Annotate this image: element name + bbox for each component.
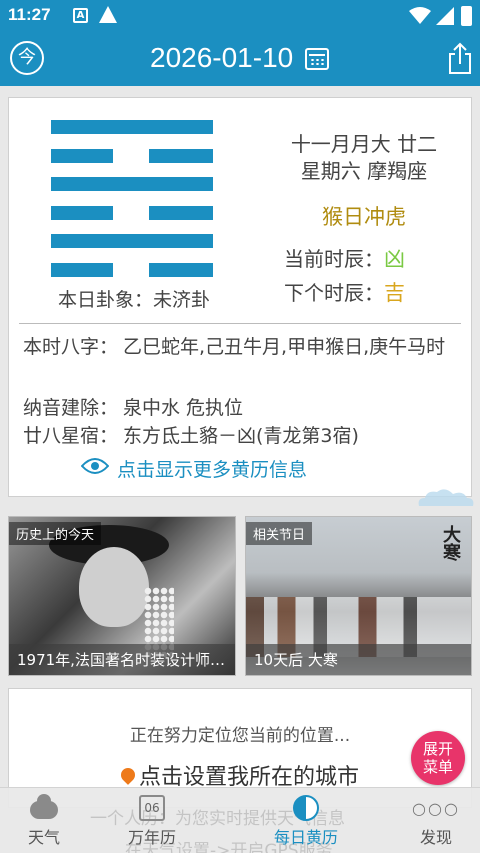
- lunar-month-day: 十一月月大 廿二: [290, 132, 438, 156]
- current-hour-label: 当前时辰：: [284, 247, 384, 271]
- bazi-row: 本时八字： 乙巳蛇年,己丑牛月,甲申猴日,庚午马时: [23, 334, 463, 361]
- next-hour-row: 下个时辰：吉: [284, 277, 405, 307]
- wifi-icon: [409, 7, 431, 24]
- next-hour-label: 下个时辰：: [284, 281, 384, 305]
- history-tag: 历史上的今天: [9, 522, 102, 545]
- star-value: 东方氐土貉－凶(青龙第3宿): [123, 425, 359, 447]
- taiji-icon: [293, 795, 319, 821]
- signal-icon: [436, 7, 454, 25]
- star-label: 廿八星宿：: [23, 425, 119, 447]
- date-title[interactable]: 2026-01-10: [150, 42, 293, 74]
- app-header: 今 2026-01-10: [0, 32, 480, 86]
- nayin-value: 泉中水 危执位: [123, 397, 244, 419]
- battery-icon: [461, 6, 472, 26]
- hexagram-line-yin: [51, 205, 213, 220]
- hexagram-figure: [51, 120, 213, 280]
- nav-weather[interactable]: 天气: [0, 788, 92, 853]
- more-almanac-link[interactable]: 点击显示更多黄历信息: [81, 455, 308, 482]
- warning-icon: [99, 6, 117, 23]
- bazi-label: 本时八字：: [23, 336, 119, 358]
- star-row: 廿八星宿： 东方氐土貉－凶(青龙第3宿): [23, 423, 359, 450]
- more-dots-icon: ○○○: [412, 799, 460, 818]
- nayin-label: 纳音建除：: [23, 397, 119, 419]
- lunar-date: 十一月月大 廿二 星期六 摩羯座: [259, 131, 469, 185]
- notification-a-icon: A: [73, 8, 88, 23]
- day-clash: 猴日冲虎: [322, 205, 406, 229]
- status-time: 11:27: [8, 5, 51, 24]
- calendar-day-icon: 06: [139, 795, 165, 821]
- nav-weather-label: 天气: [27, 828, 60, 847]
- cloud-decoration-icon: [418, 489, 474, 506]
- today-button[interactable]: 今: [10, 41, 44, 75]
- current-hour-value: 凶: [384, 247, 405, 271]
- expand-menu-line1: 展开: [422, 740, 453, 758]
- hexagram-line-yang: [51, 234, 213, 248]
- weekday-zodiac: 星期六 摩羯座: [300, 159, 428, 183]
- location-status: 正在努力定位您当前的位置...: [129, 726, 351, 746]
- hexagram-line-yin: [51, 262, 213, 277]
- almanac-card: 本日卦象：未济卦 十一月月大 廿二 星期六 摩羯座 猴日冲虎 当前时辰：凶 下个…: [8, 97, 472, 497]
- expand-menu-button[interactable]: 展开 菜单: [411, 731, 465, 785]
- calendar-icon[interactable]: [305, 48, 329, 70]
- location-pin-icon: [118, 765, 138, 785]
- nav-discover-label: 发现: [419, 828, 452, 847]
- eye-icon: [81, 458, 109, 474]
- nav-calendar-label: 万年历: [127, 828, 176, 847]
- hexagram-line-yang: [51, 177, 213, 191]
- current-hour-row: 当前时辰：凶: [284, 243, 405, 273]
- hexagram-caption: 本日卦象：未济卦: [57, 289, 210, 311]
- bazi-value: 乙巳蛇年,己丑牛月,甲申猴日,庚午马时: [123, 336, 446, 358]
- nav-calendar[interactable]: 06 万年历: [104, 788, 200, 853]
- bottom-nav: 一个人历：为您实时提供天气信息 在天气设置->开启GPS服务 天气 06 万年历…: [0, 787, 480, 853]
- hexagram-line-yang: [51, 120, 213, 134]
- festival-card[interactable]: 大寒 相关节日 10天后 大寒: [245, 516, 472, 676]
- divider: [19, 323, 461, 324]
- festival-image-title: 大寒: [440, 525, 461, 561]
- cloud-icon: [30, 794, 58, 819]
- history-today-card[interactable]: 历史上的今天 1971年,法国著名时装设计师…: [8, 516, 236, 676]
- more-almanac-label: 点击显示更多黄历信息: [117, 459, 308, 481]
- festival-caption: 10天后 大寒: [246, 644, 471, 675]
- history-caption: 1971年,法国著名时装设计师…: [9, 644, 235, 675]
- status-bar: 11:27 A: [0, 0, 480, 32]
- expand-menu-line2: 菜单: [422, 758, 453, 776]
- portrait-face: [79, 547, 149, 627]
- share-icon[interactable]: [448, 42, 472, 74]
- nayin-row: 纳音建除： 泉中水 危执位: [23, 395, 243, 422]
- next-hour-value: 吉: [384, 281, 405, 305]
- hexagram-line-yin: [51, 148, 213, 163]
- nav-discover[interactable]: ○○○ 发现: [388, 788, 480, 853]
- nav-daily-label: 每日黄历: [273, 828, 338, 847]
- nav-daily-almanac[interactable]: 每日黄历: [258, 788, 354, 853]
- festival-tag: 相关节日: [246, 522, 313, 545]
